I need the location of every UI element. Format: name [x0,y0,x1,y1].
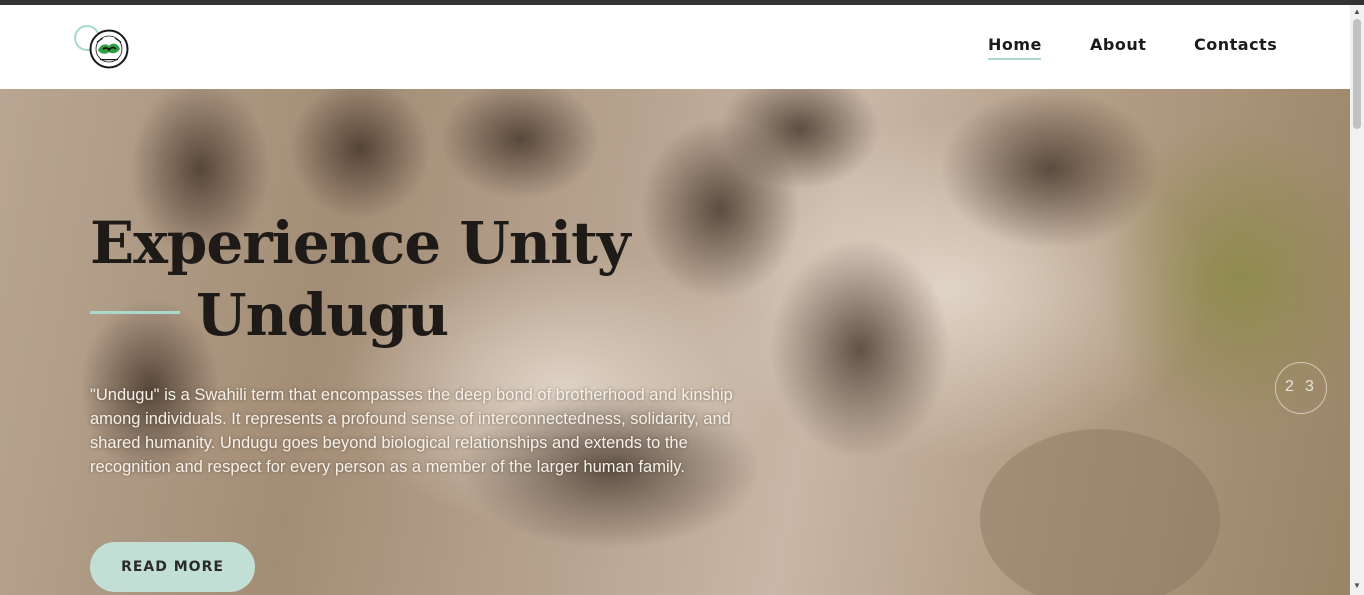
scroll-down-arrow-icon[interactable]: ▼ [1353,581,1361,591]
site-header: Home About Contacts [0,5,1350,89]
hero-description: "Undugu" is a Swahili term that encompas… [90,386,733,476]
nav-contacts-link[interactable]: Contacts [1194,35,1277,54]
hero-title-line-1: Experience Unity [90,209,631,277]
logo-link[interactable] [74,25,130,73]
scroll-up-arrow-icon[interactable]: ▲ [1353,7,1361,17]
undugu-badge-icon [89,29,129,69]
slide-number-2[interactable]: 2 [1285,378,1294,396]
title-accent-dash [90,311,180,314]
slide-indicator: 2 3 [1275,362,1327,414]
slide-number-3[interactable]: 3 [1305,378,1314,396]
nav-about-link[interactable]: About [1090,35,1146,54]
active-nav-underline [988,58,1041,60]
hero-slider: Experience Unity Undugu "Undugu" is a Sw… [0,89,1350,595]
page-scrollbar[interactable]: ▲ ▼ [1350,5,1364,595]
read-more-button[interactable]: READ MORE [90,542,255,592]
nav-home-link[interactable]: Home [988,35,1042,54]
hero-title-line-2: Undugu [196,281,449,349]
hero-title: Experience Unity Undugu [90,207,631,351]
scroll-thumb[interactable] [1353,19,1361,129]
